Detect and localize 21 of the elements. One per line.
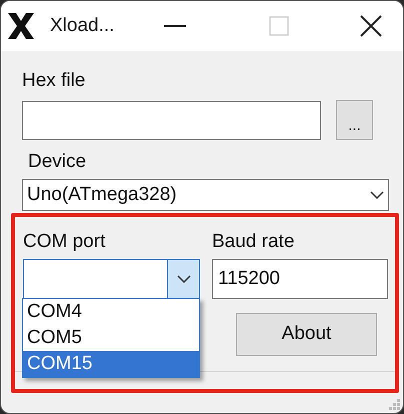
field-label: COM port (23, 231, 106, 253)
chevron-down-icon (370, 191, 384, 199)
device-dropdown[interactable]: Uno(ATmega328) (22, 179, 389, 211)
minimize-icon[interactable] (164, 24, 186, 28)
window-title: Xload... (50, 14, 114, 38)
dropdown-option[interactable]: COM5 (23, 325, 199, 351)
hex-file-input[interactable] (22, 100, 321, 140)
dropdown-option[interactable]: COM4 (23, 299, 199, 325)
about-button[interactable]: About (236, 313, 377, 356)
chevron-down-icon (176, 275, 190, 283)
baud-rate-input[interactable]: 115200 (212, 259, 388, 299)
com-port-combobox[interactable] (23, 259, 200, 299)
app-logo-icon (6, 11, 36, 41)
close-icon[interactable] (360, 15, 382, 37)
field-label: Baud rate (212, 231, 294, 253)
dropdown-option[interactable]: COM15 (23, 351, 199, 377)
resize-grip-icon[interactable] (389, 399, 401, 411)
browse-button[interactable]: ... (336, 100, 373, 140)
field-label: Hex file (22, 70, 86, 92)
dropdown-button[interactable] (167, 260, 199, 298)
field-label: Device (28, 151, 86, 173)
